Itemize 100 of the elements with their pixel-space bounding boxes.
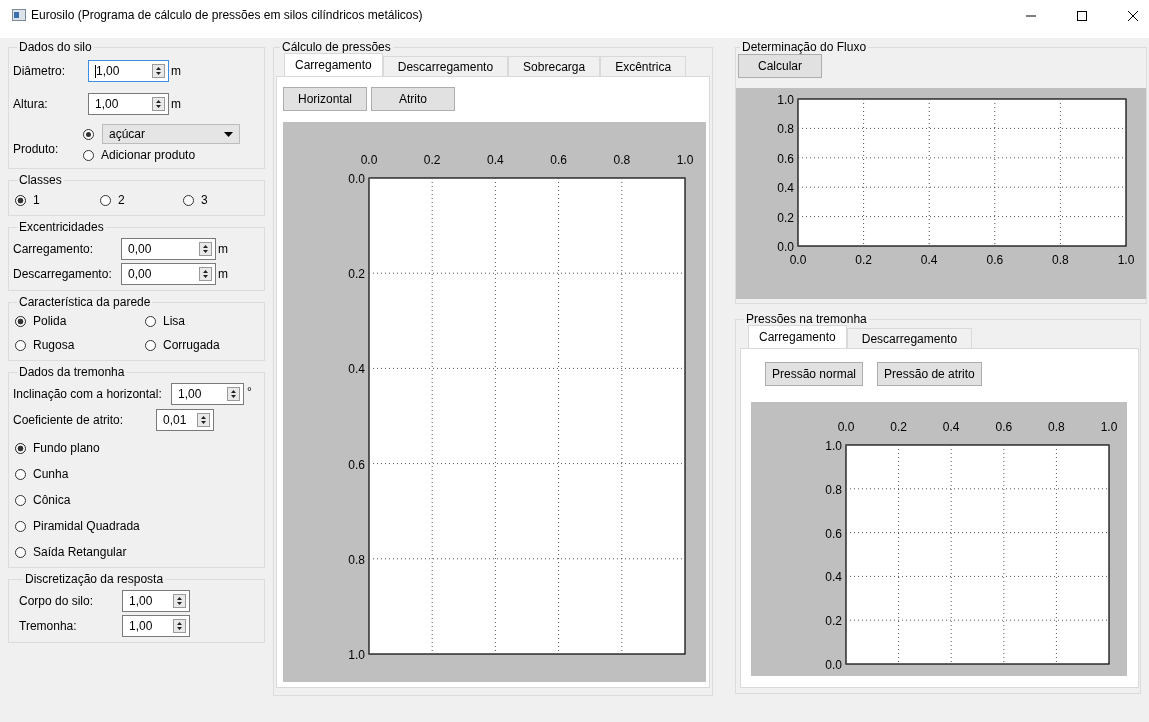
spin-arrows-icon[interactable]	[152, 64, 165, 78]
tick-label: 1.0	[825, 439, 842, 453]
spin-arrows-icon[interactable]	[199, 241, 212, 256]
radio-indicator[interactable]	[15, 546, 26, 558]
tick-label: 1.0	[348, 648, 365, 662]
spin-arrows-icon[interactable]	[152, 97, 165, 111]
radio-indicator[interactable]	[15, 194, 26, 206]
tab[interactable]: Descarregamento	[382, 56, 509, 76]
tick-label: 0.4	[942, 420, 960, 434]
tick-label: 0.4	[920, 253, 938, 267]
radio-indicator[interactable]	[83, 149, 94, 161]
tick-label: 0.2	[825, 614, 842, 629]
radio-button[interactable]: Piramidal Quadrada	[15, 517, 260, 535]
tab[interactable]: Sobrecarga	[508, 56, 601, 76]
tick-label: 0.6	[995, 420, 1013, 434]
tick-label: 0.6	[550, 153, 567, 167]
tick-label: 0.8	[825, 482, 842, 497]
caret-icon	[224, 131, 233, 137]
spin-arrows-icon[interactable]	[227, 387, 240, 401]
tick-label: 0.8	[613, 153, 631, 167]
radio-indicator[interactable]	[15, 339, 26, 351]
tick-label: 0.2	[777, 210, 794, 225]
number-field[interactable]: 1,00	[88, 93, 169, 115]
radio-indicator[interactable]	[145, 315, 156, 327]
radio-button[interactable]: Corrugada	[145, 336, 220, 354]
radio-indicator[interactable]	[145, 339, 156, 351]
spin-arrows-icon[interactable]	[199, 266, 212, 281]
tick-label: 0.2	[423, 153, 441, 167]
window-title: Eurosilo (Programa de cálculo de pressões em silos cilíndricos metálicos)	[31, 8, 423, 22]
spin-arrows-icon[interactable]	[173, 593, 186, 608]
radio-button[interactable]: Cônica	[15, 491, 260, 509]
radio-button[interactable]: 3	[183, 191, 208, 209]
push-button[interactable]: Horizontal	[283, 87, 367, 111]
tick-label: 0.6	[348, 457, 365, 472]
radio-button[interactable]: Saída Retangular	[15, 543, 260, 561]
push-button[interactable]: Atrito	[371, 87, 455, 111]
maximize-icon[interactable]	[1076, 10, 1088, 22]
radio-button[interactable]	[83, 128, 94, 140]
radio-button[interactable]: Rugosa	[15, 336, 75, 354]
spin-arrows-icon[interactable]	[197, 413, 210, 427]
number-field[interactable]: 0,01	[156, 409, 214, 431]
radio-indicator[interactable]	[100, 194, 111, 206]
radio-indicator[interactable]	[15, 442, 26, 454]
radio-button[interactable]: Fundo plano	[15, 439, 260, 457]
field-label: Altura:	[13, 97, 49, 111]
group-title: Classes	[18, 173, 63, 187]
radio-button[interactable]: 1	[15, 191, 40, 209]
product-dropdown[interactable]: açúcar	[102, 124, 240, 144]
close-icon[interactable]	[1127, 10, 1139, 22]
spin-arrows-icon[interactable]	[173, 618, 186, 633]
number-field[interactable]: 1,00	[88, 60, 169, 82]
group-title: Determinação do Fluxo	[741, 40, 868, 54]
group-title: Excentricidades	[18, 220, 105, 234]
tick-label: 0.8	[1052, 253, 1069, 267]
push-button[interactable]: Pressão de atrito	[877, 362, 982, 386]
number-field[interactable]: 0,00	[121, 262, 216, 285]
tick-label: 0.0	[837, 420, 855, 434]
tick-label: 0.2	[855, 253, 872, 267]
radio-indicator[interactable]	[183, 194, 194, 206]
number-field[interactable]: 1,00	[122, 589, 190, 612]
push-button[interactable]: Calcular	[738, 54, 822, 78]
group-title: Característica da parede	[18, 295, 152, 309]
unit-label: m	[218, 266, 228, 281]
tick-label: 0.6	[986, 253, 1004, 267]
field-label: Produto:	[13, 141, 60, 156]
tab[interactable]: Carregamento	[284, 53, 383, 76]
radio-button[interactable]: Cunha	[15, 465, 260, 483]
radio-button[interactable]: Polida	[15, 312, 67, 330]
tick-label: 0.4	[777, 181, 794, 196]
tick-label: 0.4	[487, 153, 504, 167]
number-field[interactable]: 1,00	[122, 614, 190, 637]
tab[interactable]: Carregamento	[748, 325, 847, 348]
tick-label: 0.6	[777, 151, 794, 166]
tick-label: 0.8	[348, 552, 365, 567]
field-label: Carregamento:	[13, 241, 95, 256]
unit-label: m	[218, 241, 228, 256]
radio-indicator[interactable]	[15, 520, 26, 532]
radio-button[interactable]: Adicionar produto	[83, 146, 240, 164]
unit-label: °	[247, 385, 252, 399]
tab[interactable]: Excêntrica	[600, 56, 687, 76]
field-label: Coeficiente de atrito:	[13, 413, 125, 427]
group-title: Cálculo de pressões	[281, 40, 392, 54]
tick-label: 1.0	[1117, 253, 1135, 267]
tab[interactable]: Descarregamento	[846, 328, 973, 348]
radio-indicator[interactable]	[15, 315, 26, 327]
radio-button[interactable]: 2	[100, 191, 125, 209]
tick-label: 0.4	[825, 570, 842, 585]
radio-button[interactable]: Lisa	[145, 312, 185, 330]
number-field[interactable]: 1,00	[171, 383, 244, 405]
radio-indicator[interactable]	[15, 494, 26, 506]
tick-label: 0.8	[1048, 420, 1065, 434]
unit-label: m	[171, 97, 181, 111]
radio-indicator[interactable]	[15, 468, 26, 480]
tick-label: 0.2	[348, 267, 365, 282]
push-button[interactable]: Pressão normal	[765, 362, 864, 386]
group-title: Dados do silo	[18, 40, 93, 54]
group-title: Dados da tremonha	[18, 365, 126, 379]
number-field[interactable]: 0,00	[121, 237, 216, 260]
tick-label: 0.0	[360, 153, 378, 167]
tick-label: 1.0	[777, 93, 794, 107]
